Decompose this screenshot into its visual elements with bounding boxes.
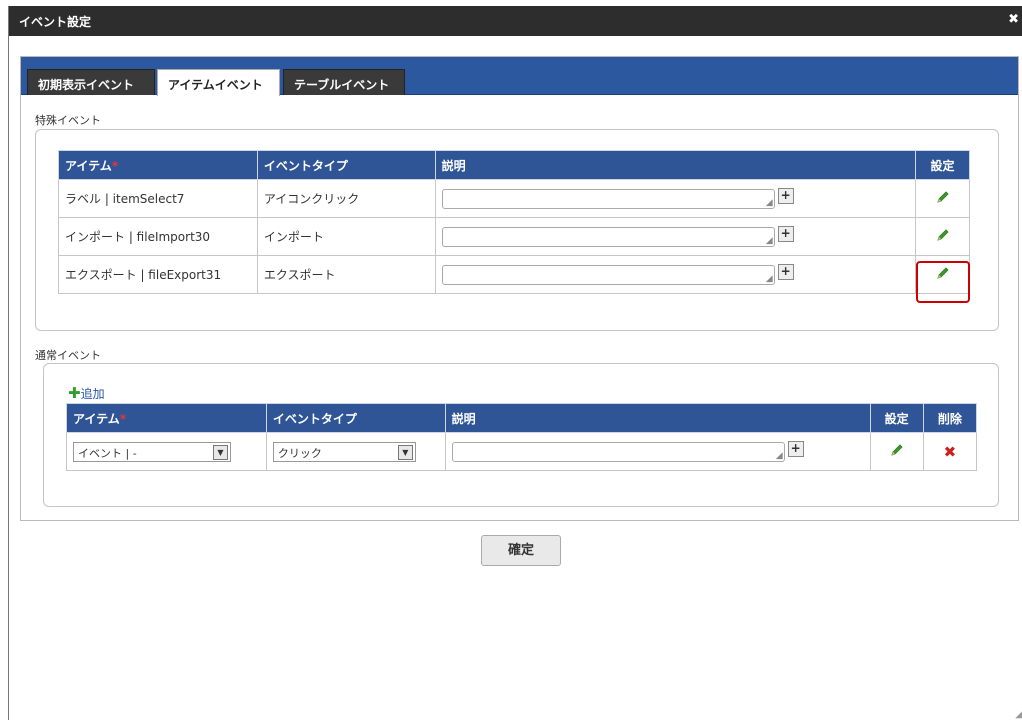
add-event-link[interactable]: ✚追加 (68, 384, 105, 402)
column-header-item: アイテム* (66, 403, 267, 433)
description-input[interactable]: ◢ (441, 188, 775, 209)
expand-plus-button[interactable]: + (777, 187, 794, 204)
table-row: ラベル | itemSelect7 アイコンクリック ◢ + (58, 179, 970, 218)
description-input[interactable]: ◢ (451, 441, 785, 462)
expand-plus-button[interactable]: + (777, 263, 794, 280)
column-header-description: 説明 (444, 403, 871, 433)
dialog-titlebar: イベント設定 ✖ (9, 6, 1022, 36)
edit-pencil-icon[interactable] (889, 442, 905, 461)
table-row: イベント | - ▼ クリック ▼ ◢ + ✖ (66, 432, 978, 471)
event-type-cell: エクスポート (256, 255, 436, 294)
edit-pencil-icon[interactable] (935, 227, 951, 246)
table-header-row: アイテム* イベントタイプ 説明 設定 (58, 150, 970, 180)
special-events-fieldset: アイテム* イベントタイプ 説明 設定 ラベル | itemSelect7 アイ… (35, 129, 999, 331)
item-cell: インポート | fileImport30 (58, 217, 258, 256)
dropdown-arrow-icon: ▼ (397, 444, 413, 460)
settings-cell (915, 217, 970, 256)
normal-events-table: アイテム* イベントタイプ 説明 設定 削除 イベント | - ▼ クリック ▼… (66, 403, 978, 471)
description-cell: ◢ + (434, 217, 917, 256)
add-plus-icon: ✚ (68, 384, 81, 402)
dialog-resize-grip-icon[interactable]: ◢ (1015, 709, 1022, 720)
tab-initial-display-event[interactable]: 初期表示イベント (27, 69, 155, 95)
item-cell: エクスポート | fileExport31 (58, 255, 258, 294)
event-type-cell: アイコンクリック (256, 179, 436, 218)
table-row: インポート | fileImport30 インポート ◢ + (58, 217, 970, 256)
column-header-event-type: イベントタイプ (256, 150, 436, 180)
column-header-event-type: イベントタイプ (265, 403, 446, 433)
special-events-label: 特殊イベント (35, 114, 101, 127)
resize-grip-icon: ◢ (775, 450, 783, 461)
event-type-select[interactable]: クリック ▼ (272, 441, 416, 462)
description-input[interactable]: ◢ (441, 226, 775, 247)
column-header-item: アイテム* (58, 150, 258, 180)
column-header-settings: 設定 (915, 150, 970, 180)
event-type-cell: クリック ▼ (265, 432, 446, 471)
item-cell: ラベル | itemSelect7 (58, 179, 258, 218)
description-cell: ◢ + (434, 179, 917, 218)
dropdown-arrow-icon: ▼ (213, 444, 228, 460)
table-row: エクスポート | fileExport31 エクスポート ◢ + (58, 255, 970, 294)
description-cell: ◢ + (434, 255, 917, 294)
table-header-row: アイテム* イベントタイプ 説明 設定 削除 (66, 403, 978, 433)
event-type-cell: インポート (256, 217, 436, 256)
column-header-delete: 削除 (922, 403, 978, 433)
description-input[interactable]: ◢ (441, 264, 775, 285)
special-events-table: アイテム* イベントタイプ 説明 設定 ラベル | itemSelect7 アイ… (58, 150, 970, 294)
column-header-settings: 設定 (869, 403, 924, 433)
highlight-box (916, 261, 970, 303)
dialog-title: イベント設定 (19, 15, 92, 29)
resize-grip-icon: ◢ (765, 273, 773, 284)
tab-item-event[interactable]: アイテムイベント (157, 69, 280, 96)
item-select[interactable]: イベント | - ▼ (73, 441, 231, 462)
normal-events-fieldset: ✚追加 アイテム* イベントタイプ 説明 設定 削除 イベント | - ▼ クリ… (43, 363, 999, 507)
expand-plus-button[interactable]: + (777, 225, 794, 242)
description-cell: ◢ + (444, 432, 871, 471)
item-cell: イベント | - ▼ (66, 432, 267, 471)
settings-cell (869, 432, 924, 471)
event-settings-dialog: イベント設定 ✖ 初期表示イベント アイテムイベント テーブルイベント 特殊イベ… (8, 6, 1022, 720)
settings-cell (915, 179, 970, 218)
edit-pencil-icon[interactable] (935, 189, 951, 208)
resize-grip-icon: ◢ (765, 197, 773, 208)
normal-events-label: 通常イベント (35, 349, 101, 362)
tab-table-event[interactable]: テーブルイベント (283, 69, 405, 95)
close-icon[interactable]: ✖ (1008, 12, 1019, 27)
tab-panel: 初期表示イベント アイテムイベント テーブルイベント 特殊イベント アイテム* … (20, 56, 1019, 521)
resize-grip-icon: ◢ (765, 235, 773, 246)
delete-icon[interactable]: ✖ (944, 443, 957, 461)
confirm-button[interactable]: 確定 (481, 535, 561, 566)
column-header-description: 説明 (434, 150, 917, 180)
tab-bar: 初期表示イベント アイテムイベント テーブルイベント (21, 57, 1018, 96)
expand-plus-button[interactable]: + (787, 440, 804, 457)
delete-cell: ✖ (922, 432, 978, 471)
